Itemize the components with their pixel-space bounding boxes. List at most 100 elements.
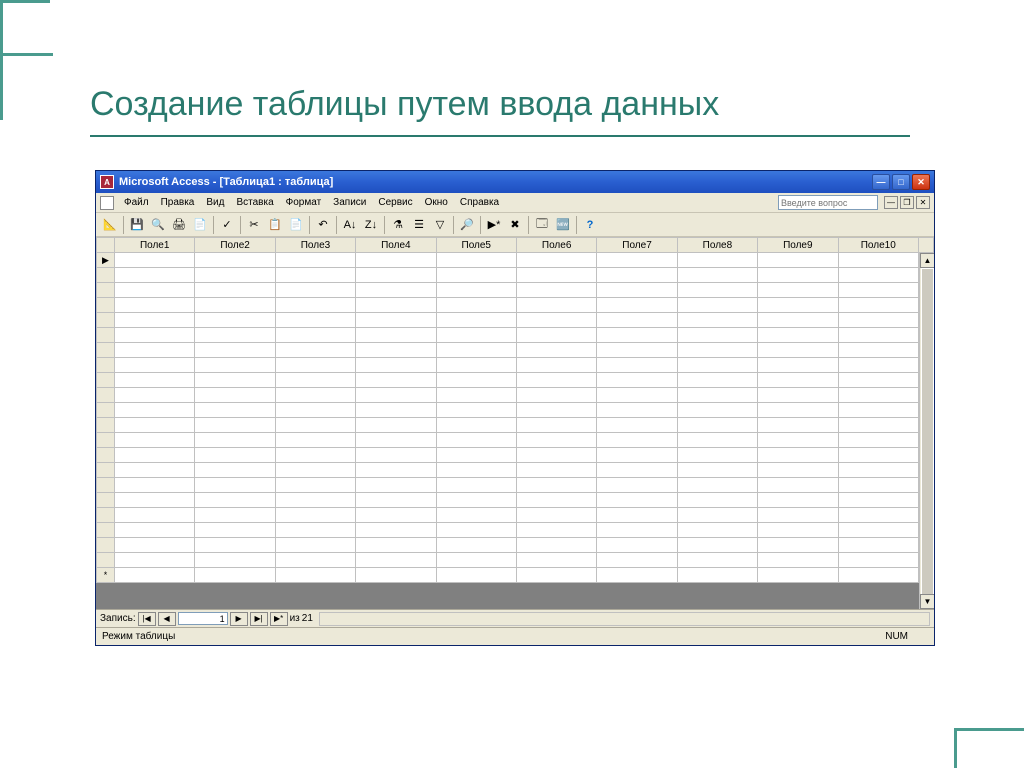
data-cell[interactable] <box>677 283 757 298</box>
print-button[interactable]: 🖨 <box>169 215 189 235</box>
data-cell[interactable] <box>356 268 436 283</box>
data-cell[interactable] <box>677 463 757 478</box>
first-record-button[interactable]: |◀ <box>138 612 156 626</box>
data-cell[interactable] <box>758 508 838 523</box>
data-cell[interactable] <box>597 373 677 388</box>
new-object-button[interactable]: 🆕 <box>553 215 573 235</box>
data-cell[interactable] <box>195 283 275 298</box>
row-selector[interactable]: * <box>97 568 115 583</box>
menu-view[interactable]: Вид <box>200 195 230 210</box>
minimize-button[interactable]: — <box>872 174 890 190</box>
data-cell[interactable] <box>838 253 918 268</box>
data-cell[interactable] <box>356 568 436 583</box>
data-cell[interactable] <box>195 343 275 358</box>
close-button[interactable]: ✕ <box>912 174 930 190</box>
data-cell[interactable] <box>597 388 677 403</box>
data-cell[interactable] <box>436 463 516 478</box>
data-cell[interactable] <box>436 433 516 448</box>
help-button[interactable]: ? <box>580 215 600 235</box>
data-cell[interactable] <box>677 313 757 328</box>
data-cell[interactable] <box>115 448 195 463</box>
data-cell[interactable] <box>195 463 275 478</box>
data-cell[interactable] <box>275 373 355 388</box>
next-record-button[interactable]: ▶ <box>230 612 248 626</box>
row-selector[interactable]: ▶ <box>97 253 115 268</box>
titlebar[interactable]: A Microsoft Access - [Таблица1 : таблица… <box>96 171 934 193</box>
data-cell[interactable] <box>195 418 275 433</box>
data-cell[interactable] <box>758 358 838 373</box>
preview-button[interactable]: 📄 <box>190 215 210 235</box>
data-cell[interactable] <box>275 493 355 508</box>
data-cell[interactable] <box>275 253 355 268</box>
data-cell[interactable] <box>115 298 195 313</box>
data-cell[interactable] <box>436 448 516 463</box>
data-cell[interactable] <box>677 418 757 433</box>
data-cell[interactable] <box>195 493 275 508</box>
data-cell[interactable] <box>356 313 436 328</box>
data-cell[interactable] <box>516 523 596 538</box>
data-cell[interactable] <box>516 253 596 268</box>
data-cell[interactable] <box>597 283 677 298</box>
data-cell[interactable] <box>436 403 516 418</box>
data-cell[interactable] <box>758 493 838 508</box>
data-cell[interactable] <box>356 553 436 568</box>
data-cell[interactable] <box>677 568 757 583</box>
data-cell[interactable] <box>838 313 918 328</box>
data-cell[interactable] <box>677 328 757 343</box>
data-cell[interactable] <box>115 538 195 553</box>
data-cell[interactable] <box>436 538 516 553</box>
data-cell[interactable] <box>677 538 757 553</box>
data-cell[interactable] <box>115 388 195 403</box>
data-cell[interactable] <box>195 373 275 388</box>
data-cell[interactable] <box>195 403 275 418</box>
row-selector[interactable] <box>97 463 115 478</box>
data-cell[interactable] <box>275 553 355 568</box>
data-cell[interactable] <box>356 418 436 433</box>
data-cell[interactable] <box>356 343 436 358</box>
data-cell[interactable] <box>516 298 596 313</box>
data-cell[interactable] <box>356 433 436 448</box>
row-selector[interactable] <box>97 553 115 568</box>
data-cell[interactable] <box>838 373 918 388</box>
data-cell[interactable] <box>516 568 596 583</box>
data-cell[interactable] <box>597 448 677 463</box>
column-header[interactable]: Поле3 <box>275 238 355 253</box>
sort-asc-button[interactable]: A↓ <box>340 215 360 235</box>
data-cell[interactable] <box>115 478 195 493</box>
data-cell[interactable] <box>275 283 355 298</box>
data-cell[interactable] <box>838 493 918 508</box>
db-window-button[interactable]: 🗔 <box>532 215 552 235</box>
data-cell[interactable] <box>356 253 436 268</box>
data-cell[interactable] <box>516 553 596 568</box>
data-cell[interactable] <box>516 313 596 328</box>
data-cell[interactable] <box>195 358 275 373</box>
data-cell[interactable] <box>677 448 757 463</box>
data-cell[interactable] <box>758 328 838 343</box>
row-selector[interactable] <box>97 313 115 328</box>
data-cell[interactable] <box>758 298 838 313</box>
data-cell[interactable] <box>115 313 195 328</box>
data-cell[interactable] <box>356 508 436 523</box>
data-cell[interactable] <box>436 313 516 328</box>
data-cell[interactable] <box>195 313 275 328</box>
mdi-restore-button[interactable]: ❐ <box>900 196 914 209</box>
data-cell[interactable] <box>838 553 918 568</box>
data-cell[interactable] <box>677 388 757 403</box>
data-cell[interactable] <box>436 298 516 313</box>
data-cell[interactable] <box>275 403 355 418</box>
data-cell[interactable] <box>838 568 918 583</box>
menu-help[interactable]: Справка <box>454 195 505 210</box>
data-cell[interactable] <box>758 373 838 388</box>
data-cell[interactable] <box>195 328 275 343</box>
data-cell[interactable] <box>356 403 436 418</box>
data-cell[interactable] <box>597 298 677 313</box>
data-cell[interactable] <box>195 508 275 523</box>
record-number-input[interactable] <box>178 612 228 625</box>
data-cell[interactable] <box>597 418 677 433</box>
column-header[interactable]: Поле9 <box>758 238 838 253</box>
data-cell[interactable] <box>436 478 516 493</box>
data-cell[interactable] <box>115 343 195 358</box>
data-cell[interactable] <box>677 403 757 418</box>
data-cell[interactable] <box>275 478 355 493</box>
search-button[interactable]: 🔍 <box>148 215 168 235</box>
